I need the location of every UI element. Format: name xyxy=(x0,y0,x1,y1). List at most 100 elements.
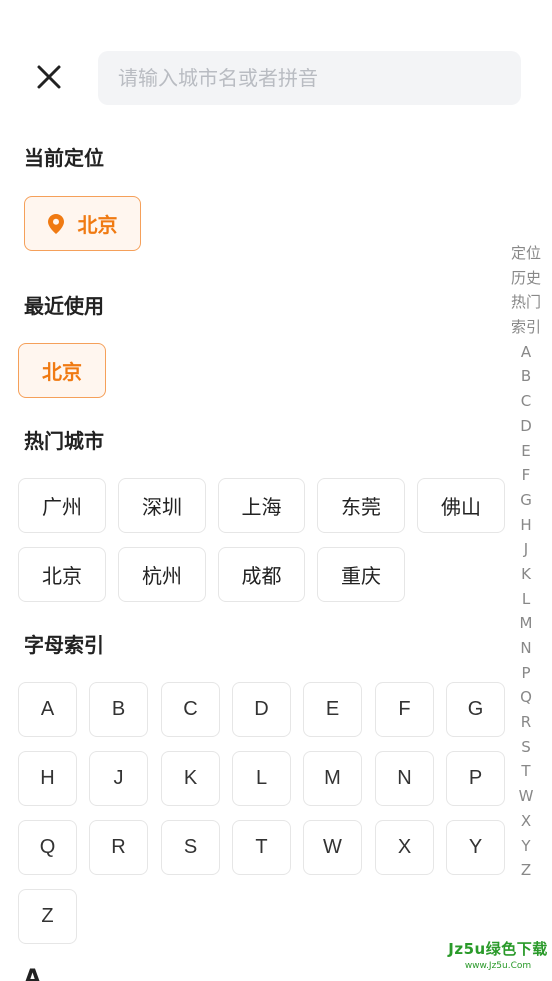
side-index-item[interactable]: W xyxy=(519,784,534,809)
letter-label: A xyxy=(40,698,55,720)
letter-label: G xyxy=(467,698,484,720)
letter-chip[interactable]: S xyxy=(161,820,220,875)
watermark: Jz5u绿色下载 www.Jz5u.Com xyxy=(448,938,548,971)
letter-label: L xyxy=(255,767,268,789)
hot-city-chip[interactable]: 广州 xyxy=(18,478,106,533)
side-index-item[interactable]: R xyxy=(521,710,531,735)
letter-chip[interactable]: K xyxy=(161,751,220,806)
hot-city-label: 重庆 xyxy=(341,564,381,588)
side-index-item[interactable]: M xyxy=(520,611,533,636)
side-index-item[interactable]: B xyxy=(521,364,531,389)
letter-chip[interactable]: R xyxy=(89,820,148,875)
hot-city-label: 佛山 xyxy=(441,495,481,519)
letter-chip[interactable]: T xyxy=(232,820,291,875)
side-index-bar[interactable]: 定位 历史 热门 索引 A B C D E F G H J K L M N P … xyxy=(506,241,546,883)
letter-label: B xyxy=(111,698,126,720)
section-title-hot: 热门城市 xyxy=(24,429,104,453)
hot-city-chip[interactable]: 北京 xyxy=(18,547,106,602)
side-index-item[interactable]: D xyxy=(520,414,532,439)
side-index-item[interactable]: S xyxy=(521,735,531,760)
letter-chip[interactable]: Q xyxy=(18,820,77,875)
hot-city-label: 广州 xyxy=(42,495,82,519)
letter-chip[interactable]: D xyxy=(232,682,291,737)
hot-city-chip[interactable]: 重庆 xyxy=(317,547,405,602)
side-index-item[interactable]: 历史 xyxy=(511,266,541,291)
hot-city-label: 杭州 xyxy=(142,564,182,588)
hot-city-chip[interactable]: 杭州 xyxy=(118,547,206,602)
side-index-item[interactable]: J xyxy=(524,537,528,562)
letter-chip[interactable]: C xyxy=(161,682,220,737)
side-index-item[interactable]: Y xyxy=(521,834,530,859)
letter-label: N xyxy=(397,767,412,789)
letter-chip[interactable]: F xyxy=(375,682,434,737)
section-header-a: A xyxy=(24,966,42,981)
letter-label: T xyxy=(255,836,268,858)
watermark-line2: www.Jz5u.Com xyxy=(464,961,532,971)
search-input[interactable] xyxy=(98,51,521,105)
hot-city-label: 成都 xyxy=(241,564,282,588)
side-index-item[interactable]: T xyxy=(521,759,530,784)
hot-city-chip[interactable]: 成都 xyxy=(218,547,305,602)
side-index-item[interactable]: X xyxy=(521,809,531,834)
letter-chip[interactable]: A xyxy=(18,682,77,737)
hot-city-chip[interactable]: 佛山 xyxy=(417,478,505,533)
side-index-item[interactable]: 索引 xyxy=(511,315,541,340)
letter-label: R xyxy=(111,836,126,858)
letter-chip[interactable]: E xyxy=(303,682,362,737)
section-title-current: 当前定位 xyxy=(24,146,104,170)
letter-chip[interactable]: G xyxy=(446,682,505,737)
letter-label: J xyxy=(113,767,124,789)
side-index-item[interactable]: N xyxy=(520,636,531,661)
side-index-item[interactable]: K xyxy=(521,562,531,587)
side-index-item[interactable]: C xyxy=(521,389,531,414)
hot-city-label: 北京 xyxy=(42,564,82,588)
side-index-item[interactable]: Q xyxy=(520,685,532,710)
letter-label: S xyxy=(183,836,198,858)
letter-chip[interactable]: Z xyxy=(18,889,77,944)
side-index-item[interactable]: E xyxy=(521,439,530,464)
side-index-item[interactable]: F xyxy=(522,463,531,488)
letter-chip[interactable]: W xyxy=(303,820,362,875)
letter-label: E xyxy=(325,698,340,720)
side-index-item[interactable]: L xyxy=(522,587,530,612)
hot-city-label: 上海 xyxy=(241,495,282,519)
current-city-chip[interactable]: 北京 xyxy=(24,196,141,251)
side-index-item[interactable]: 热门 xyxy=(511,290,541,315)
letter-label: Z xyxy=(41,905,54,927)
letter-label: X xyxy=(397,836,412,858)
letter-label: P xyxy=(468,767,483,789)
hot-city-chip[interactable]: 深圳 xyxy=(118,478,206,533)
letter-chip[interactable]: N xyxy=(375,751,434,806)
letter-chip[interactable]: P xyxy=(446,751,505,806)
hot-city-label: 东莞 xyxy=(341,495,381,519)
letter-label: H xyxy=(40,767,55,789)
letter-chip[interactable]: B xyxy=(89,682,148,737)
side-index-item[interactable]: 定位 xyxy=(511,241,541,266)
hot-city-chip[interactable]: 上海 xyxy=(218,478,305,533)
letter-label: W xyxy=(323,836,342,858)
recent-city-label: 北京 xyxy=(42,360,82,384)
letter-label: Y xyxy=(468,836,483,858)
letter-chip[interactable]: H xyxy=(18,751,77,806)
letter-chip[interactable]: M xyxy=(303,751,362,806)
letter-chip[interactable]: L xyxy=(232,751,291,806)
close-icon[interactable] xyxy=(32,60,66,94)
side-index-item[interactable]: Z xyxy=(521,858,531,883)
letter-chip[interactable]: X xyxy=(375,820,434,875)
location-pin-icon xyxy=(47,213,64,234)
side-index-item[interactable]: P xyxy=(521,661,530,686)
side-index-item[interactable]: H xyxy=(520,513,531,538)
letter-label: C xyxy=(183,698,198,720)
letter-label: F xyxy=(398,698,411,720)
letter-label: M xyxy=(324,767,341,789)
recent-city-chip[interactable]: 北京 xyxy=(18,343,106,398)
watermark-line1: Jz5u绿色下载 xyxy=(448,940,548,958)
hot-city-chip[interactable]: 东莞 xyxy=(317,478,405,533)
side-index-item[interactable]: G xyxy=(520,488,532,513)
current-city-label: 北京 xyxy=(77,213,118,237)
letter-chip[interactable]: Y xyxy=(446,820,505,875)
letter-label: D xyxy=(254,698,269,720)
letter-chip[interactable]: J xyxy=(89,751,148,806)
side-index-item[interactable]: A xyxy=(521,340,531,365)
section-title-recent: 最近使用 xyxy=(24,294,104,318)
